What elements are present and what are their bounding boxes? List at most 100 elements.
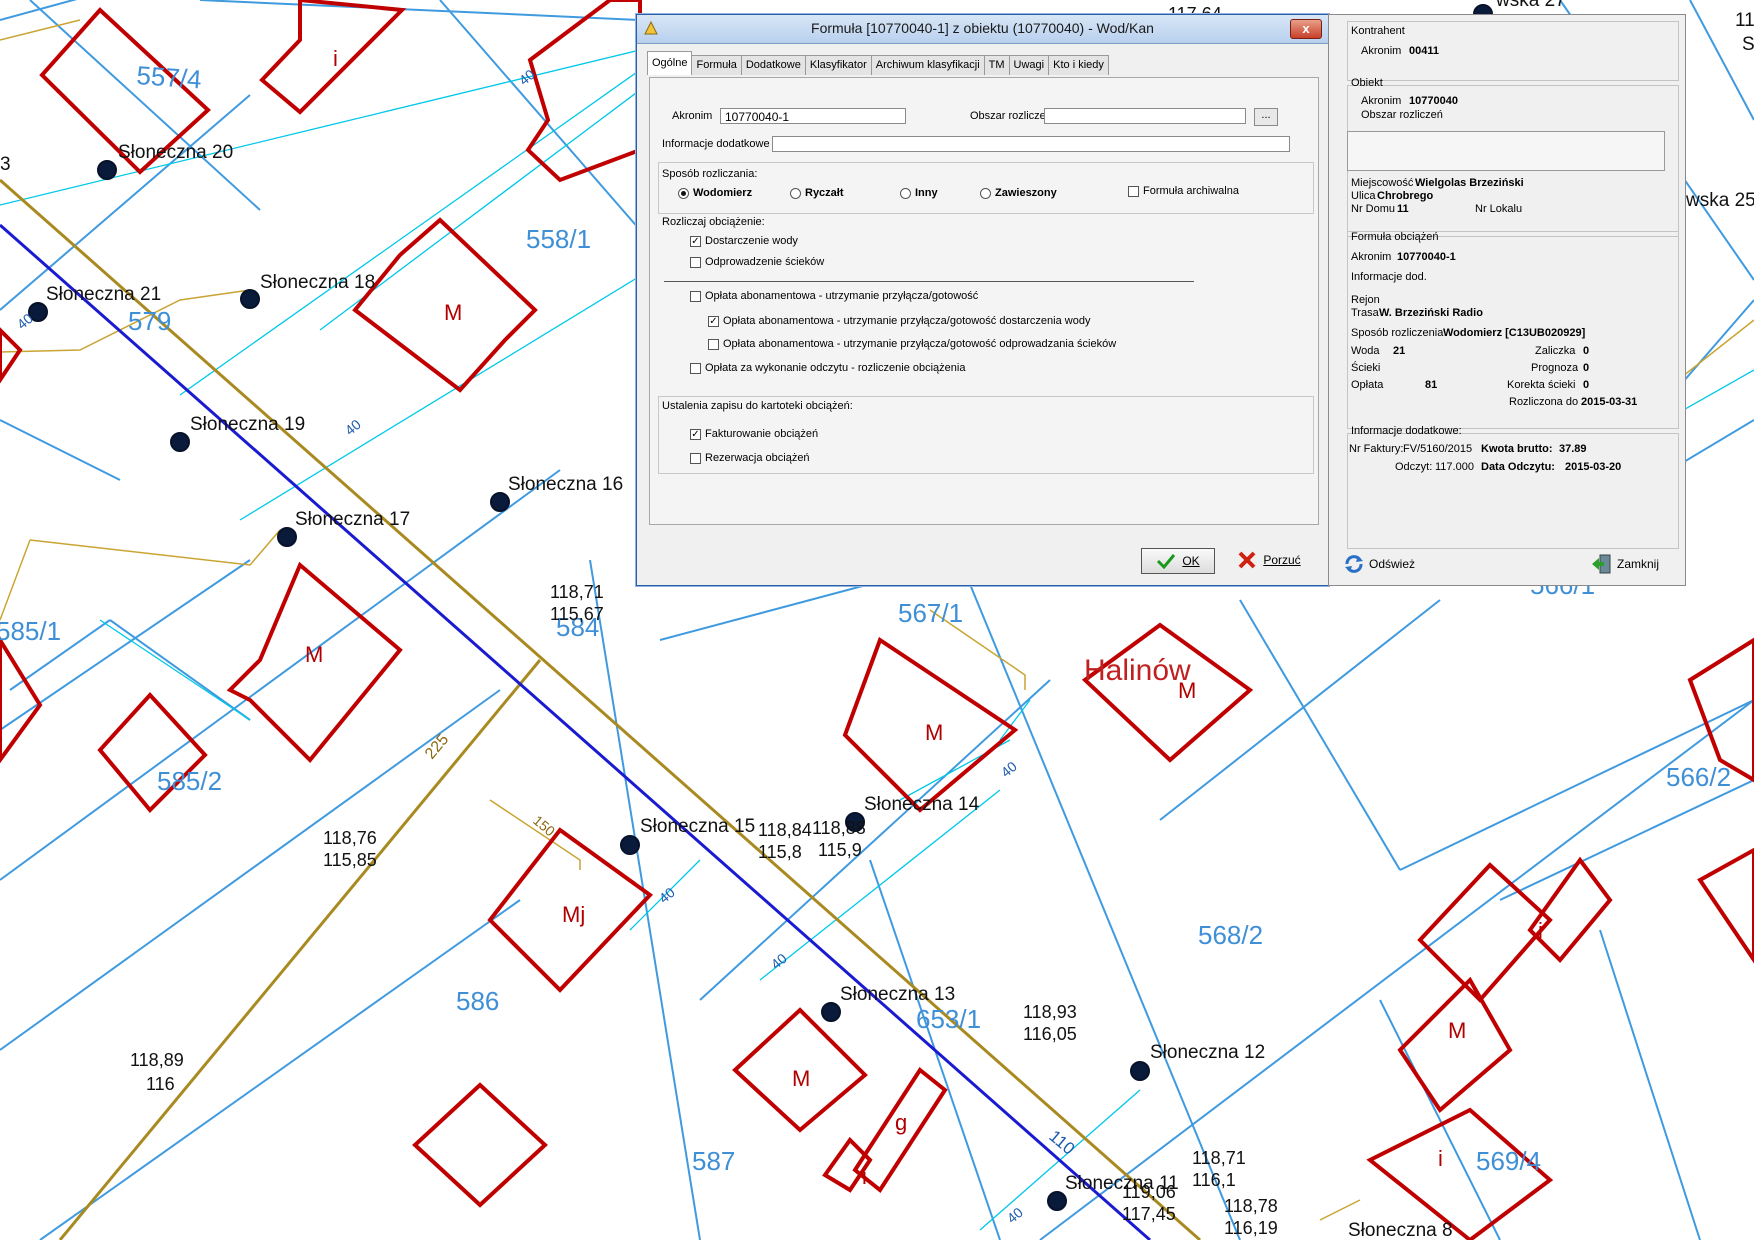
tab-tm[interactable]: TM	[983, 55, 1010, 75]
checkbox-box: ✓	[690, 428, 701, 440]
checkbox-label: Odprowadzenie ścieków	[705, 256, 825, 268]
parcel-number: 568/2	[1198, 920, 1263, 950]
parcel-number: 566/2	[1666, 762, 1731, 792]
radio-inny[interactable]: Inny	[900, 187, 938, 199]
elevation-label: 118,78	[1224, 1196, 1278, 1216]
parcel-number: 579	[128, 306, 171, 336]
tab-kto-i-kiedy[interactable]: Kto i kiedy	[1048, 55, 1109, 75]
building-mark: M	[792, 1066, 810, 1091]
parcel-number: 587	[692, 1146, 735, 1176]
checkbox-label: Opłata abonamentowa - utrzymanie przyłąc…	[723, 338, 1117, 350]
nr-domu-value: 11	[1397, 203, 1409, 215]
building-mark: i	[1438, 1146, 1443, 1171]
ulica-value: Chrobrego	[1377, 190, 1434, 202]
akronim-input[interactable]: 10770040-1	[720, 108, 906, 124]
korekta-scieki-value: 0	[1583, 379, 1590, 391]
tab-panel-ogolne: Akronim 10770040-1 Obszar rozliczeń ... …	[649, 77, 1319, 525]
miejscowosc-label: Miejscowość	[1351, 177, 1414, 189]
parcel-number: 585/1	[0, 616, 61, 646]
oplata-abonamentowa-checkbox[interactable]: Opłata abonamentowa - utrzymanie przyłąc…	[690, 290, 978, 302]
informacje-dodatkowe-input[interactable]	[772, 136, 1290, 152]
radio-indicator	[790, 187, 801, 199]
refresh-icon	[1345, 555, 1363, 573]
checkbox-box: ✓	[708, 315, 719, 327]
checkbox-box: ✓	[690, 235, 701, 247]
obszar-rozliczen-input[interactable]	[1044, 108, 1246, 124]
parcel-number: 585/2	[157, 766, 222, 796]
odprowadzenie-sciekow-checkbox[interactable]: Odprowadzenie ścieków	[690, 256, 824, 268]
oplata-za-odczyt-checkbox[interactable]: Opłata za wykonanie odczytu - rozliczeni…	[690, 362, 965, 374]
building-mark: M	[1178, 678, 1196, 703]
building-mark: g	[895, 1110, 907, 1135]
dialog-titlebar[interactable]: Formuła [10770040-1] z obiektu (10770040…	[637, 15, 1328, 44]
miejscowosc-value: Wielgolas Brzeziński	[1415, 177, 1524, 189]
kwota-brutto-value: 37.89	[1559, 443, 1587, 455]
building-mark: M	[1448, 1018, 1466, 1043]
elevation-label: 118,89	[130, 1050, 184, 1070]
parcel-number: 586	[456, 986, 499, 1016]
cancel-button[interactable]: Porzuć	[1229, 548, 1309, 572]
elevation-label: 119,06	[1122, 1182, 1176, 1202]
checkbox-label: Opłata abonamentowa - utrzymanie przyłąc…	[705, 290, 979, 302]
partial-text: S	[1742, 34, 1754, 55]
fakturowanie-checkbox[interactable]: ✓ Fakturowanie obciążeń	[690, 428, 818, 440]
radio-label: Ryczałt	[805, 187, 844, 199]
cancel-x-icon	[1238, 551, 1256, 569]
close-button[interactable]: x	[1290, 19, 1322, 39]
parcel-number: 557/4	[136, 60, 203, 94]
obiekt-akronim-value: 10770040	[1409, 95, 1458, 107]
zamknij-button[interactable]: Zamknij	[1591, 553, 1659, 575]
trasa-value: W. Brzeziński Radio	[1379, 307, 1483, 319]
checkbox-box	[690, 290, 701, 302]
address-label: Słoneczna 21	[46, 284, 161, 305]
checkbox-label: Opłata abonamentowa - utrzymanie przyłąc…	[723, 315, 1091, 327]
building-mark: i	[862, 1164, 867, 1189]
kwota-brutto-label: Kwota brutto:	[1481, 443, 1553, 455]
tab-archiwum-klasyfikacji[interactable]: Archiwum klasyfikacji	[870, 55, 985, 75]
rozliczona-do-value: 2015-03-31	[1581, 396, 1638, 408]
oplata-abonamentowa-woda-checkbox[interactable]: ✓ Opłata abonamentowa - utrzymanie przyłą…	[708, 315, 1090, 327]
kontrahent-akronim-value: 00411	[1409, 45, 1439, 57]
tab-formula[interactable]: Formuła	[691, 55, 742, 75]
nr-lokalu-label: Nr Lokalu	[1475, 203, 1523, 215]
obszar-rozliczen-label: Obszar rozliczeń	[970, 110, 1052, 122]
nr-faktury-label: Nr Faktury:	[1349, 443, 1404, 455]
partial-text: 114	[1735, 10, 1754, 31]
elevation-label: 118,84	[758, 820, 812, 840]
obiekt-label: Obiekt	[1351, 77, 1383, 89]
rezerwacja-checkbox[interactable]: Rezerwacja obciążeń	[690, 452, 810, 464]
sposob-rozliczania-label: Sposób rozliczania:	[662, 168, 758, 180]
dostarczenie-wody-checkbox[interactable]: ✓ Dostarczenie wody	[690, 235, 798, 247]
tab-klasyfikator[interactable]: Klasyfikator	[804, 55, 872, 75]
kontrahent-akronim-label: Akronim	[1361, 45, 1402, 57]
elevation-label: 115,8	[758, 842, 802, 862]
radio-zawieszony[interactable]: Zawieszony	[980, 187, 1057, 199]
ok-button[interactable]: OK	[1141, 548, 1215, 574]
data-odczytu-label: Data Odczytu:	[1481, 461, 1555, 473]
tab-uwagi[interactable]: Uwagi	[1008, 55, 1050, 75]
parcel-number: 569/4	[1476, 1146, 1541, 1176]
zaliczka-value: 0	[1583, 345, 1590, 357]
formula-archiwalna-checkbox[interactable]: Formuła archiwalna	[1128, 185, 1239, 197]
tab-dodatkowe[interactable]: Dodatkowe	[740, 55, 806, 75]
nr-faktury-value: FV/5160/2015	[1403, 443, 1473, 455]
address-label: Słoneczna 13	[840, 984, 955, 1005]
obszar-browse-button[interactable]: ...	[1254, 108, 1278, 126]
parcel-number: 653/1	[916, 1004, 981, 1034]
address-label: Słoneczna 18	[260, 272, 375, 293]
radio-wodomierz[interactable]: Wodomierz	[678, 187, 752, 199]
woda-value: 21	[1393, 345, 1406, 357]
oplata-value: 81	[1425, 379, 1438, 391]
checkbox-box	[690, 362, 701, 374]
oplata-abonamentowa-scieki-checkbox[interactable]: Opłata abonamentowa - utrzymanie przyłąc…	[708, 338, 1116, 350]
zaliczka-label: Zaliczka	[1535, 345, 1576, 357]
address-label: Słoneczna 20	[118, 142, 233, 163]
odswiez-button[interactable]: Odśwież	[1343, 553, 1415, 575]
radio-ryczalt[interactable]: Ryczałt	[790, 187, 844, 199]
address-label: Słoneczna 14	[864, 794, 980, 815]
scieki-label: Ścieki	[1351, 362, 1381, 374]
building-mark: M	[444, 300, 462, 325]
tab-ogolne[interactable]: Ogólne	[647, 51, 693, 75]
rozliczaj-obciazenie-label: Rozliczaj obciążenie:	[662, 216, 765, 228]
obiekt-notes-textarea[interactable]	[1347, 131, 1665, 171]
